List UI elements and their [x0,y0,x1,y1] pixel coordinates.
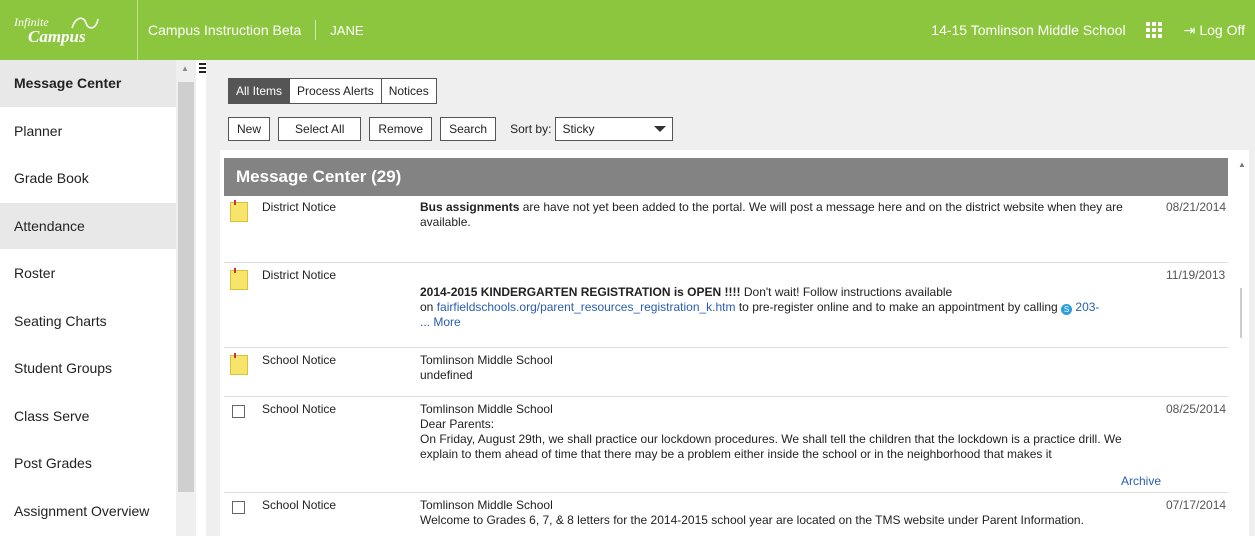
sidebar-item-label: Roster [14,265,56,282]
message-body: 2014-2015 KINDERGARTEN REGISTRATION is O… [420,285,1160,330]
message-type: School Notice [262,353,337,367]
sidebar-item-label: Assignment Overview [14,502,150,519]
message-text: on [420,300,437,314]
message-checkbox[interactable] [232,405,245,418]
message-text: are have not yet been added to the porta… [420,200,1123,229]
main-content: All Items Process Alerts Notices New Sel… [206,60,1255,536]
message-body: Tomlinson Middle School undefined [420,353,1160,383]
message-date: 07/17/2014 [1166,498,1227,512]
chevron-down-icon [654,126,667,132]
message-row[interactable]: School Notice Tomlinson Middle School un… [224,349,1228,397]
logoff-icon: ⇥ [1183,21,1196,38]
sort-select-value: Sticky [562,122,595,136]
sidebar-item-class-serve[interactable]: Class Serve [0,393,176,440]
message-row[interactable]: District Notice 2014-2015 KINDERGARTEN R… [224,264,1228,348]
tab-notices[interactable]: Notices [380,78,437,104]
message-text: to pre-register online and to make an ap… [735,300,1062,314]
sidebar-item-label: Attendance [14,217,85,234]
message-date: 08/21/2014 [1166,200,1227,214]
message-type: School Notice [262,498,337,512]
sidebar-item-planner[interactable]: Planner [0,108,176,155]
message-date: 08/25/2014 [1166,402,1227,416]
logoff-button[interactable]: ⇥ Log Off [1184,22,1245,39]
sidebar-item-attendance[interactable]: Attendance [0,202,176,250]
sidebar: Message Center Planner Grade Book Attend… [0,60,176,536]
message-row[interactable]: District Notice Bus assignments are have… [224,196,1228,263]
sidebar-item-assignment-overview[interactable]: Assignment Overview [0,488,176,535]
sidebar-item-student-groups[interactable]: Student Groups [0,345,176,393]
filter-tabs: All Items Process Alerts Notices [228,78,437,104]
sidebar-item-roster[interactable]: Roster [0,250,176,298]
scroll-up-icon[interactable]: ▲ [181,64,189,73]
sticky-note-icon [230,353,248,375]
tab-process-alerts[interactable]: Process Alerts [289,78,382,104]
sidebar-item-label: Class Serve [14,407,90,424]
message-sender: Tomlinson Middle School [420,353,553,367]
message-text: Welcome to Grades 6, 7, & 8 letters for … [420,513,1084,527]
app-title[interactable]: Campus Instruction Beta [138,22,315,38]
scroll-up-icon[interactable]: ▲ [1238,160,1246,169]
message-greeting: Dear Parents: [420,417,495,431]
new-button[interactable]: New [228,117,271,141]
message-text: On Friday, August 29th, we shall practic… [420,432,1122,461]
tab-all-items[interactable]: All Items [228,78,291,104]
sidebar-item-message-center[interactable]: Message Center [0,60,176,108]
sticky-note-icon [230,200,248,222]
message-date: 11/19/2013 [1166,268,1226,282]
sidebar-scroll-thumb[interactable] [178,82,194,492]
sidebar-item-label: Planner [14,122,63,139]
message-type: School Notice [262,402,337,416]
sticky-note-icon [230,268,248,290]
sidebar-item-label: Post Grades [14,455,92,472]
message-list-scroll-thumb[interactable] [1240,288,1242,338]
message-row[interactable]: School Notice Tomlinson Middle School De… [224,398,1228,493]
message-list-scrollbar[interactable]: ▲ [1236,158,1248,536]
message-body: Bus assignments are have not yet been ad… [420,200,1160,230]
phone-link[interactable]: 203- [1075,300,1099,314]
message-text: Don't wait! Follow instructions availabl… [740,285,953,299]
archive-link[interactable]: Archive [1121,474,1161,488]
message-body: Tomlinson Middle School Dear Parents: On… [420,402,1160,462]
school-name[interactable]: 14-15 Tomlinson Middle School [931,22,1125,38]
remove-button[interactable]: Remove [369,117,433,141]
select-all-button[interactable]: Select All [278,117,362,141]
top-bar: Infinite Campus Campus Instruction Beta … [0,0,1255,60]
message-text: undefined [420,368,473,382]
message-checkbox[interactable] [232,501,245,514]
panel-title: Message Center (29) [224,158,1228,196]
message-type: District Notice [262,200,337,214]
sort-select[interactable]: Sticky [555,117,674,141]
app-grid-icon[interactable] [1145,22,1162,38]
message-sender: Tomlinson Middle School [420,498,553,512]
message-sender: Tomlinson Middle School [420,402,553,416]
message-panel: Message Center (29) ▲ District Notice Bu… [220,150,1249,536]
sort-label: Sort by: [510,122,552,136]
message-row[interactable]: School Notice Tomlinson Middle School We… [224,494,1228,536]
sidebar-item-label: Seating Charts [14,312,107,329]
logo-swoosh-icon [71,17,99,29]
sidebar-scrollbar[interactable]: ▲ [176,60,196,536]
sidebar-item-grade-book[interactable]: Grade Book [0,155,176,203]
user-name: JANE [330,22,364,38]
sidebar-item-label: Grade Book [14,170,89,187]
message-toolbar: New Select All Remove Search Sort by: St… [228,117,674,141]
more-link[interactable]: ... More [420,315,461,329]
search-button[interactable]: Search [440,117,497,141]
infinite-campus-logo[interactable]: Infinite Campus [0,0,138,60]
sidebar-item-label: Message Center [14,75,122,92]
registration-link[interactable]: fairfieldschools.org/parent_resources_re… [437,300,736,314]
message-bold-text: 2014-2015 KINDERGARTEN REGISTRATION is O… [420,285,741,299]
sidebar-item-label: Student Groups [14,360,113,377]
skype-phone-icon[interactable]: S [1061,304,1073,315]
message-body: Tomlinson Middle School Welcome to Grade… [420,498,1180,528]
message-bold-text: Bus assignments [420,200,520,214]
message-type: District Notice [262,268,337,282]
sidebar-item-post-grades[interactable]: Post Grades [0,440,176,488]
sidebar-item-seating-charts[interactable]: Seating Charts [0,298,176,345]
logoff-label: Log Off [1199,22,1245,38]
